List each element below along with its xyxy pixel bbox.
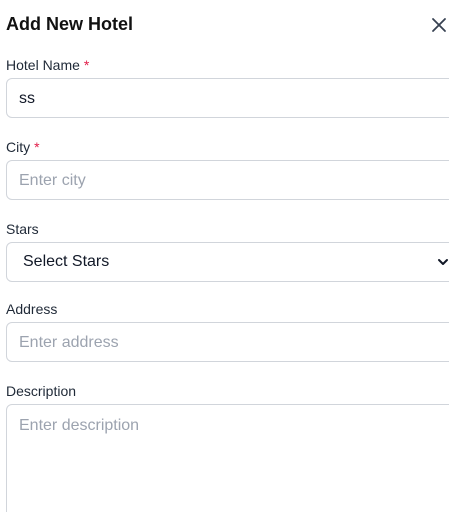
city-input[interactable]: Enter city bbox=[6, 160, 449, 200]
address-placeholder: Enter address bbox=[19, 334, 119, 351]
close-button[interactable] bbox=[428, 14, 449, 36]
address-label: Address bbox=[6, 300, 57, 318]
description-label: Description bbox=[6, 382, 76, 400]
stars-label: Stars bbox=[6, 220, 39, 238]
dialog-header: Add New Hotel bbox=[6, 12, 449, 36]
hotel-name-label-text: Hotel Name bbox=[6, 57, 80, 73]
city-label-text: City bbox=[6, 139, 31, 155]
hotel-name-value: ss bbox=[19, 90, 35, 107]
description-textarea[interactable]: Enter description bbox=[6, 404, 449, 512]
stars-selected-value: Select Stars bbox=[23, 253, 110, 270]
city-placeholder: Enter city bbox=[19, 172, 86, 189]
close-icon bbox=[432, 18, 446, 32]
dialog-title: Add New Hotel bbox=[6, 14, 134, 34]
hotel-name-input[interactable]: ss bbox=[6, 78, 449, 118]
stars-label-text: Stars bbox=[6, 221, 39, 237]
address-label-text: Address bbox=[6, 301, 58, 317]
description-label-text: Description bbox=[6, 383, 77, 399]
city-label: City * bbox=[6, 138, 40, 156]
stars-select[interactable]: Select Stars bbox=[6, 242, 449, 282]
chevron-down-icon bbox=[438, 259, 448, 265]
address-input[interactable]: Enter address bbox=[6, 322, 449, 362]
required-marker: * bbox=[83, 57, 90, 73]
add-hotel-dialog: Add New Hotel Hotel Name * ss City * Enter… bbox=[0, 0, 449, 512]
description-placeholder: Enter description bbox=[19, 417, 140, 434]
required-marker: * bbox=[34, 139, 40, 155]
hotel-name-label: Hotel Name * bbox=[6, 56, 89, 74]
